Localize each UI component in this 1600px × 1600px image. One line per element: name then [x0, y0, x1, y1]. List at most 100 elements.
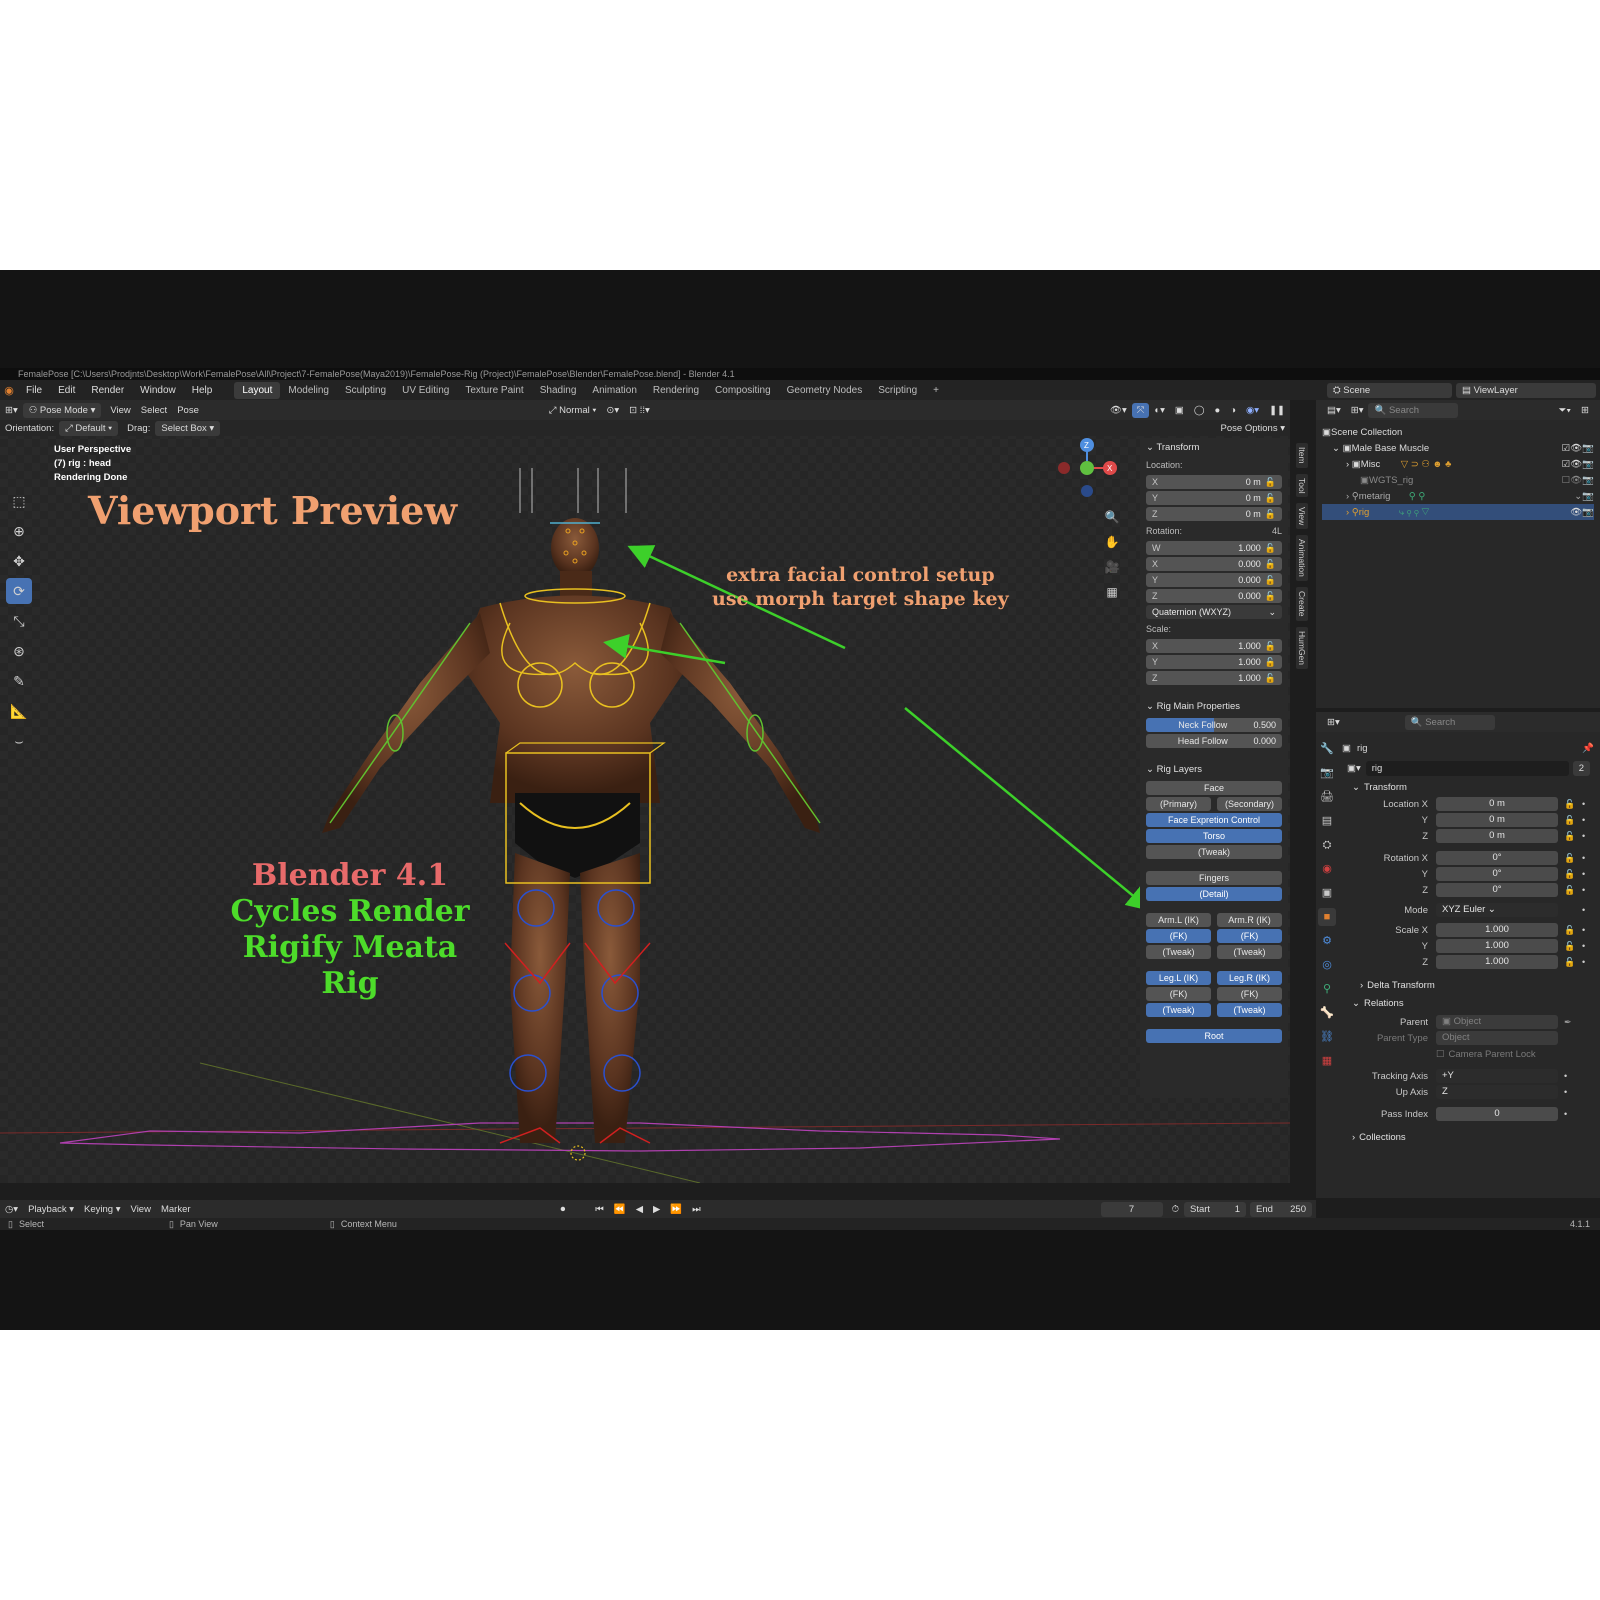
keyframe-dot-icon[interactable]: •	[1582, 853, 1592, 863]
move-tool-icon[interactable]: ✥	[6, 548, 32, 574]
tab-compositing[interactable]: Compositing	[707, 382, 779, 399]
object-tab-icon[interactable]: ■	[1318, 908, 1336, 926]
scale-y-field[interactable]: Y 1.000 🔓	[1146, 655, 1282, 669]
parent-object-field[interactable]: ▣ Object	[1436, 1015, 1558, 1029]
outliner-item-male-base-muscle[interactable]: ⌄ ▣ Male Base Muscle ☑ 👁 📷	[1322, 440, 1594, 456]
eyedropper-icon[interactable]: ✒	[1564, 1017, 1576, 1028]
filter-icon[interactable]: ⏷▾	[1554, 403, 1576, 418]
lock-icon[interactable]: 🔓	[1564, 941, 1576, 952]
keyframe-dot-icon[interactable]: •	[1582, 885, 1592, 895]
tracking-axis-select[interactable]: +Y	[1436, 1069, 1558, 1083]
lock-icon[interactable]: 🔓	[1265, 575, 1276, 586]
3d-viewport[interactable]: ⬚ ⊕ ✥ ⟳ ⤡ ⊛ ✎ 📐 ⌣ User Perspective (7) r…	[0, 423, 1290, 1183]
visibility-icon[interactable]: 👁▾	[1105, 403, 1132, 418]
menu-timeline-view[interactable]: View	[126, 1202, 156, 1217]
menu-pose[interactable]: Pose	[172, 403, 204, 418]
layer-face-button[interactable]: Face	[1146, 781, 1282, 795]
scene-selector[interactable]: ⛭ Scene	[1327, 382, 1452, 398]
location-x-field[interactable]: X0 m 🔓	[1146, 475, 1282, 489]
keyframe-dot-icon[interactable]: •	[1564, 1071, 1574, 1081]
lock-icon[interactable]: 🔓	[1564, 853, 1576, 864]
render-tab-icon[interactable]: 📷	[1318, 764, 1336, 782]
bone-tab-icon[interactable]: 🦴	[1318, 1004, 1336, 1022]
keyframe-dot-icon[interactable]: •	[1582, 869, 1592, 879]
tab-view[interactable]: View	[1296, 503, 1308, 530]
overlay-toggle-icon[interactable]: ◐▾	[1149, 403, 1170, 418]
lock-icon[interactable]: 🔓	[1265, 559, 1276, 570]
snap-icon[interactable]: ⊡ ⁞⁞▾	[624, 403, 655, 418]
lock-icon[interactable]: 🔓	[1564, 799, 1576, 810]
wireframe-shading-icon[interactable]: ◯	[1189, 403, 1210, 418]
cursor-tool-icon[interactable]: ⊕	[6, 518, 32, 544]
layer-fingers-detail-button[interactable]: (Detail)	[1146, 887, 1282, 901]
scene-tab-icon[interactable]: ⛭	[1318, 836, 1336, 854]
checkbox-icon[interactable]: ☑	[1562, 459, 1571, 470]
layer-leg-l-fk-button[interactable]: (FK)	[1146, 987, 1211, 1001]
tab-modeling[interactable]: Modeling	[280, 382, 337, 399]
tab-item[interactable]: Item	[1296, 443, 1308, 468]
lock-icon[interactable]: 🔓	[1564, 925, 1576, 936]
layer-fingers-button[interactable]: Fingers	[1146, 871, 1282, 885]
tab-uv-editing[interactable]: UV Editing	[394, 382, 457, 399]
layer-arm-l-tweak-button[interactable]: (Tweak)	[1146, 945, 1211, 959]
lock-icon[interactable]: 🔓	[1564, 831, 1576, 842]
keyframe-dot-icon[interactable]: •	[1582, 905, 1592, 915]
object-datablock-icon[interactable]: ▣▾	[1342, 761, 1366, 776]
layer-arm-l-fk-button[interactable]: (FK)	[1146, 929, 1211, 943]
transform-tool-icon[interactable]: ⊛	[6, 638, 32, 664]
keyframe-dot-icon[interactable]: •	[1582, 831, 1592, 841]
rotation-x-field[interactable]: X 0.000 🔓	[1146, 557, 1282, 571]
layer-leg-l-tweak-button[interactable]: (Tweak)	[1146, 1003, 1211, 1017]
stopwatch-icon[interactable]: ⏱	[1167, 1202, 1184, 1217]
menu-keying[interactable]: Keying ▾	[79, 1202, 125, 1217]
next-keyframe-icon[interactable]: ⏩	[665, 1202, 687, 1217]
physics-tab-icon[interactable]: ◎	[1318, 956, 1336, 974]
annotate-tool-icon[interactable]: ✎	[6, 668, 32, 694]
material-shading-icon[interactable]: ◑	[1225, 403, 1241, 418]
lock-icon[interactable]: 🔓	[1265, 543, 1276, 554]
keyframe-dot-icon[interactable]: •	[1582, 957, 1592, 967]
menu-marker[interactable]: Marker	[156, 1202, 196, 1217]
camera-icon[interactable]: 📷	[1582, 475, 1594, 486]
rotation-z-field[interactable]: Z 0.000 🔓	[1146, 589, 1282, 603]
neck-follow-slider[interactable]: Neck Follow 0.500	[1146, 718, 1282, 732]
up-axis-select[interactable]: Z	[1436, 1085, 1558, 1099]
properties-search-input[interactable]: 🔍 Search	[1404, 714, 1495, 730]
collection-tab-icon[interactable]: ▣	[1318, 884, 1336, 902]
mode-selector[interactable]: ⚇ Pose Mode ▾	[22, 402, 102, 418]
zoom-icon[interactable]: 🔍	[1102, 505, 1122, 530]
lock-icon[interactable]: 🔓	[1265, 477, 1276, 488]
measure-tool-icon[interactable]: 📐	[6, 698, 32, 724]
layer-root-button[interactable]: Root	[1146, 1029, 1282, 1043]
navigation-gizmo[interactable]: Z X	[1052, 433, 1122, 503]
start-frame-field[interactable]: Start 1	[1184, 1201, 1246, 1217]
users-count[interactable]: 2	[1572, 760, 1590, 776]
outliner-item-misc[interactable]: › ▣ Misc ▽ ⊃ ⚇ ☻ ♣ ☑ 👁 📷	[1322, 456, 1594, 472]
add-workspace-button[interactable]: +	[925, 382, 947, 399]
select-tool-icon[interactable]: ⬚	[6, 488, 32, 514]
keyframe-dot-icon[interactable]: •	[1564, 1109, 1574, 1119]
layer-leg-r-fk-button[interactable]: (FK)	[1217, 987, 1282, 1001]
keyframe-dot-icon[interactable]: •	[1582, 925, 1592, 935]
tab-sculpting[interactable]: Sculpting	[337, 382, 394, 399]
head-follow-slider[interactable]: Head Follow 0.000	[1146, 734, 1282, 748]
menu-playback[interactable]: Playback ▾	[23, 1202, 79, 1217]
collections-section-header[interactable]: › Collections	[1342, 1128, 1594, 1146]
rotate-tool-icon[interactable]: ⟳	[6, 578, 32, 604]
solid-shading-icon[interactable]: ●	[1210, 403, 1226, 418]
camera-icon[interactable]: 📷	[1582, 491, 1594, 502]
menu-edit[interactable]: Edit	[50, 385, 83, 396]
editor-type-icon[interactable]: ▤▾	[1322, 403, 1346, 418]
checkbox-icon[interactable]: ☑	[1562, 443, 1571, 454]
end-frame-field[interactable]: End 250	[1250, 1201, 1312, 1217]
camera-parent-lock-checkbox[interactable]: ☐	[1436, 1049, 1445, 1060]
layer-torso-button[interactable]: Torso	[1146, 829, 1282, 843]
location-z-field[interactable]: Z0 m 🔓	[1146, 507, 1282, 521]
lock-icon[interactable]: 🔓	[1265, 657, 1276, 668]
scale-x-field[interactable]: X 1.000 🔓	[1146, 639, 1282, 653]
tab-create[interactable]: Create	[1296, 587, 1308, 621]
relax-tool-icon[interactable]: ⌣	[6, 728, 32, 754]
eye-icon[interactable]: 👁	[1570, 459, 1582, 470]
rendered-shading-icon[interactable]: ◉▾	[1241, 403, 1264, 418]
drag-dropdown[interactable]: Select Box ▾	[155, 420, 221, 436]
